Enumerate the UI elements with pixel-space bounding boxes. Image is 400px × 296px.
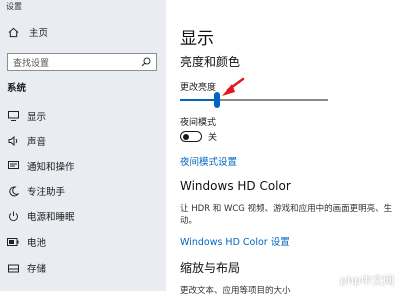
- annotation-arrow-icon: [222, 77, 245, 96]
- sidebar-item-label: 电源和睡眠: [27, 212, 75, 223]
- sidebar-item-home[interactable]: 主页: [8, 23, 48, 41]
- sidebar-item-sound[interactable]: 声音: [6, 130, 46, 152]
- hd-color-heading: Windows HD Color: [180, 179, 291, 193]
- sidebar-item-battery[interactable]: 电池: [6, 231, 46, 253]
- sidebar-item-notifications[interactable]: 通知和操作: [6, 155, 75, 177]
- sidebar-item-display[interactable]: 显示: [6, 105, 46, 127]
- search-placeholder: 查找设置: [13, 58, 50, 69]
- night-mode-settings-link[interactable]: 夜间模式设置: [180, 154, 237, 168]
- night-mode-toggle[interactable]: [180, 131, 202, 142]
- search-input[interactable]: 查找设置: [7, 53, 157, 71]
- monitor-icon: [6, 111, 20, 121]
- section-title: 系统: [7, 83, 27, 94]
- moon-icon: [6, 185, 20, 197]
- sidebar-item-label: 电池: [27, 238, 47, 249]
- sidebar-item-label: 存储: [27, 264, 47, 275]
- night-mode-label: 夜间模式: [180, 118, 217, 128]
- night-mode-state: 关: [208, 133, 218, 143]
- power-icon: [6, 211, 20, 222]
- battery-icon: [6, 238, 20, 246]
- sidebar: 设置 主页 查找设置 系统 显示 声音 通知和操作 专注助手 电源和睡眠 电池 …: [0, 0, 166, 291]
- home-icon: [8, 27, 22, 38]
- watermark: php中文网: [340, 274, 394, 287]
- sidebar-item-focus-assist[interactable]: 专注助手: [6, 180, 65, 202]
- notification-icon: [6, 161, 20, 171]
- window-title: 设置: [6, 2, 22, 11]
- storage-icon: [6, 264, 20, 273]
- sidebar-item-label: 声音: [27, 137, 47, 148]
- sidebar-item-power-sleep[interactable]: 电源和睡眠: [6, 205, 75, 227]
- sidebar-item-label: 主页: [29, 28, 49, 39]
- toggle-knob: [183, 133, 189, 140]
- hd-color-settings-link[interactable]: Windows HD Color 设置: [180, 234, 290, 248]
- sidebar-item-label: 显示: [27, 112, 47, 123]
- scale-description: 更改文本、应用等项目的大小: [180, 286, 291, 296]
- sidebar-item-storage[interactable]: 存储: [6, 257, 46, 279]
- hd-color-description: 让 HDR 和 WCG 视频、游戏和应用中的画面更明亮、生动。: [180, 204, 393, 226]
- search-icon[interactable]: [141, 57, 151, 70]
- speaker-icon: [6, 136, 20, 146]
- sidebar-item-label: 通知和操作: [27, 162, 75, 173]
- sidebar-item-label: 专注助手: [27, 187, 66, 198]
- scale-layout-heading: 缩放与布局: [180, 261, 241, 275]
